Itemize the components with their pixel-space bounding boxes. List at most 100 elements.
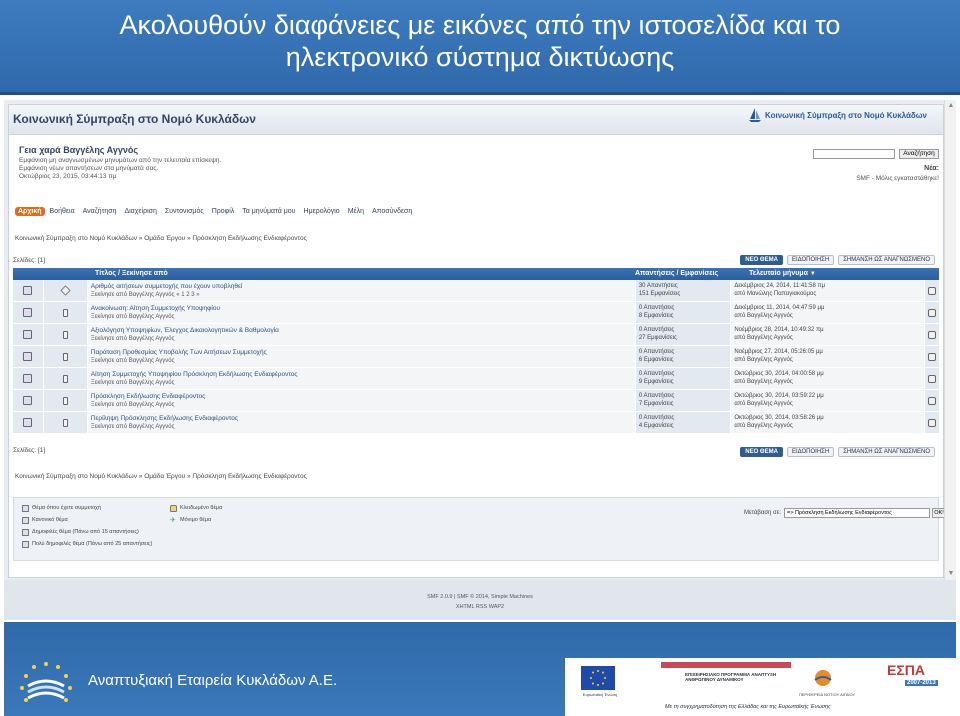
menu-calendar[interactable]: Ημερολόγιο — [301, 207, 343, 216]
table-row[interactable]: Αξιολόγηση Υποψηφίων, Έλεγχος Δικαιολογη… — [13, 324, 939, 346]
last-post-icon[interactable] — [928, 352, 937, 361]
topic-author: Ξεκίνησε από Βαγγέλης Αγγνός — [90, 402, 175, 408]
topic-views: 7 Εμφανίσεις — [638, 401, 674, 407]
topic-views: 8 Εμφανίσεις — [638, 313, 674, 319]
scroll-up-icon[interactable]: ▲ — [947, 102, 955, 110]
breadcrumb-top[interactable]: Κοινωνική Σύμπραξη στο Νομό Κυκλάδων » Ο… — [15, 235, 307, 242]
footer-links[interactable]: XHTML RSS WAP2 — [4, 604, 956, 610]
company-logo-icon — [20, 662, 72, 702]
column-last-post[interactable]: Τελευταίο μήνυμα ▼ — [749, 268, 899, 280]
pagination-top[interactable]: Σελίδες: [1] — [13, 257, 45, 264]
vertical-scrollbar[interactable]: ▲ ▼ — [944, 100, 956, 580]
column-replies[interactable]: Απαντήσεις / Εμφανίσεις — [635, 268, 749, 280]
espa-logo: ΕΣΠΑ — [887, 662, 925, 678]
espa-years: 2007-2013 — [905, 680, 938, 686]
last-post-date[interactable]: Δεκέμβριος 24, 2014, 11:41:58 πμ — [734, 282, 921, 290]
breadcrumb-bottom[interactable]: Κοινωνική Σύμπραξη στο Νομό Κυκλάδων » Ο… — [15, 473, 307, 480]
column-subject[interactable]: Τίτλος / Ξεκίνησε από — [95, 268, 635, 280]
icon-legend: Θέμα όπου έχετε συμμετοχή Κανονικό θέμα … — [13, 497, 946, 561]
forum-footer: SMF 2.0.9 | SMF © 2014, Simple Machines … — [4, 580, 956, 620]
last-post-icon[interactable] — [928, 374, 937, 383]
page-icon — [62, 352, 68, 361]
last-post-icon[interactable] — [928, 418, 937, 427]
notify-button[interactable]: ΕΙΔΟΠΟΙΗΣΗ — [786, 255, 835, 265]
table-row[interactable]: Περίληψη Πρόσκλησης Εκδήλωσης Ενδιαφέρον… — [13, 412, 939, 434]
topic-replies: 0 Απαντήσεις — [638, 305, 675, 311]
last-post-date[interactable]: Νοέμβριος 27, 2014, 05:26:05 μμ — [734, 348, 921, 356]
topic-title[interactable]: Πρόσκληση Εκδήλωσης Ενδιαφέροντος — [91, 392, 632, 401]
new-replies-link[interactable]: Εμφάνιση νέων απαντήσεων στα μηνύματά σα… — [19, 165, 221, 173]
search-input[interactable] — [813, 149, 895, 159]
site-logo[interactable]: Κοινωνική Σύμπραξη στο Νομό Κυκλάδων — [748, 107, 927, 123]
menu-search[interactable]: Αναζήτηση — [80, 207, 120, 216]
normal-topic-icon — [22, 516, 29, 524]
topic-status-icon — [23, 308, 33, 317]
mark-read-button[interactable]: ΣΗΜΑΝΣΗ ΩΣ ΑΝΑΓΝΩΣΜΕΝΟ — [838, 447, 935, 457]
menu-members[interactable]: Μέλη — [345, 207, 367, 216]
new-topic-button[interactable]: ΝΕΟ ΘΕΜΑ — [740, 447, 783, 457]
topic-views: 151 Εμφανίσεις — [638, 291, 681, 297]
last-post-icon[interactable] — [928, 396, 937, 405]
scroll-down-icon[interactable]: ▼ — [947, 570, 955, 578]
topic-author: Ξεκίνησε από Βαγγέλης Αγγνός « 1 2 3 » — [90, 292, 200, 298]
topic-title[interactable]: Αριθμός αιτήσεων συμμετοχής που έχουν υπ… — [91, 282, 632, 291]
last-post-icon[interactable] — [928, 308, 937, 317]
pagination-bottom[interactable]: Σελίδες: [1] — [13, 447, 45, 454]
program-text: ΕΠΙΧΕΙΡΗΣΙΑΚΟ ΠΡΟΓΡΑΜΜΑ ΑΝΑΠΤΥΞΗ ΑΝΘΡΩΠΙ… — [685, 672, 777, 682]
sponsor-logos: Ευρωπαϊκή Ένωση ΕΠΙΧΕΙΡΗΣΙΑΚΟ ΠΡΟΓΡΑΜΜΑ … — [565, 658, 956, 716]
menu-profile[interactable]: Προφίλ — [209, 207, 238, 216]
topic-title[interactable]: Αξιολόγηση Υποψηφίων, Έλεγχος Δικαιολογη… — [91, 326, 632, 335]
program-banner — [661, 662, 791, 668]
page-icon — [62, 396, 68, 405]
main-menu: Αρχική Βοήθεια Αναζήτηση Διαχείριση Συντ… — [15, 207, 415, 216]
jump-to-select[interactable]: => Πρόσκληση Εκδήλωσης Ενδιαφέροντος — [784, 508, 930, 518]
page-icon — [62, 374, 68, 383]
menu-my-messages[interactable]: Τα μηνύματά μου — [239, 207, 298, 216]
table-row[interactable]: Πρόσκληση Εκδήλωσης Ενδιαφέροντος Ξεκίνη… — [13, 390, 939, 412]
last-post-icon[interactable] — [928, 330, 937, 339]
topic-title[interactable]: Αίτηση Συμμετοχής Υποψηφίου Πρόσκληση Εκ… — [91, 370, 632, 379]
topic-title[interactable]: Παράταση Προθεσμίας Υποβολής Των Αιτήσεω… — [91, 348, 632, 357]
topic-replies: 0 Απαντήσεις — [638, 415, 675, 421]
smf-credit[interactable]: SMF 2.0.9 | SMF © 2014, Simple Machines — [4, 594, 956, 600]
topic-views: 9 Εμφανίσεις — [638, 379, 674, 385]
slide-footer: Αναπτυξιακή Εταιρεία Κυκλάδων Α.Ε. Ευρωπ… — [4, 622, 956, 716]
menu-logout[interactable]: Αποσύνδεση — [369, 207, 415, 216]
topic-actions-top: ΝΕΟ ΘΕΜΑ ΕΙΔΟΠΟΙΗΣΗ ΣΗΜΑΝΣΗ ΩΣ ΑΝΑΓΝΩΣΜΕ… — [740, 255, 935, 265]
topic-title[interactable]: Περίληψη Πρόσκλησης Εκδήλωσης Ενδιαφέρον… — [91, 414, 632, 423]
last-post-author: από Βαγγέλης Αγγνός — [734, 379, 793, 385]
news-text: SMF - Μόλις εγκαταστάθηκε! — [856, 175, 939, 182]
mark-read-button[interactable]: ΣΗΜΑΝΣΗ ΩΣ ΑΝΑΓΝΩΣΜΕΝΟ — [838, 255, 935, 265]
topic-title[interactable]: Ανακοίνωση: Αίτηση Συμμετοχής Υποψηφίου — [91, 304, 632, 313]
menu-moderation[interactable]: Συντονισμός — [162, 207, 207, 216]
table-row[interactable]: Ανακοίνωση: Αίτηση Συμμετοχής Υποψηφίου … — [13, 302, 939, 324]
notify-button[interactable]: ΕΙΔΟΠΟΙΗΣΗ — [786, 447, 835, 457]
slide-title: Ακολουθούν διαφάνειες με εικόνες από την… — [0, 0, 960, 73]
very-hot-topic-icon — [22, 540, 29, 548]
topic-replies: 0 Απαντήσεις — [638, 349, 675, 355]
column-last-post-label: Τελευταίο μήνυμα — [749, 270, 808, 277]
new-topic-button[interactable]: ΝΕΟ ΘΕΜΑ — [740, 255, 783, 265]
forum-screenshot: Κοινωνική Σύμπραξη στο Νομό Κυκλάδων Κοι… — [4, 100, 956, 620]
legend-item: Κανονικό θέμα — [22, 514, 152, 526]
user-greeting: Γεια χαρά Βαγγέλης Αγγνός — [19, 145, 139, 155]
unread-posts-link[interactable]: Εμφάνιση μη αναγνωσμένων μηνυμάτων από τ… — [19, 157, 221, 165]
menu-home[interactable]: Αρχική — [15, 207, 45, 216]
table-row[interactable]: Αριθμός αιτήσεων συμμετοχής που έχουν υπ… — [13, 280, 939, 302]
last-post-date[interactable]: Δεκέμβριος 11, 2014, 04:47:59 μμ — [734, 304, 921, 312]
table-row[interactable]: Αίτηση Συμμετοχής Υποψηφίου Πρόσκληση Εκ… — [13, 368, 939, 390]
last-post-date[interactable]: Οκτώβριος 30, 2014, 03:59:22 μμ — [734, 392, 921, 400]
last-post-date[interactable]: Νοέμβριος 28, 2014, 10:49:32 πμ — [734, 326, 921, 334]
lock-icon — [170, 504, 177, 512]
last-post-icon[interactable] — [928, 286, 937, 295]
menu-admin[interactable]: Διαχείριση — [121, 207, 159, 216]
last-post-date[interactable]: Οκτώβριος 30, 2014, 04:00:58 μμ — [734, 370, 921, 378]
site-logo-text: Κοινωνική Σύμπραξη στο Νομό Κυκλάδων — [765, 110, 927, 120]
topic-status-icon — [23, 374, 33, 383]
last-post-date[interactable]: Οκτώβριος 30, 2014, 03:58:26 μμ — [734, 414, 921, 422]
search-button[interactable]: Αναζήτηση — [899, 149, 939, 159]
jump-to-label: Μετάβαση σε: — [744, 510, 782, 516]
menu-help[interactable]: Βοήθεια — [47, 207, 78, 216]
table-row[interactable]: Παράταση Προθεσμίας Υποβολής Των Αιτήσεω… — [13, 346, 939, 368]
news-label: Νέα: — [924, 165, 939, 172]
